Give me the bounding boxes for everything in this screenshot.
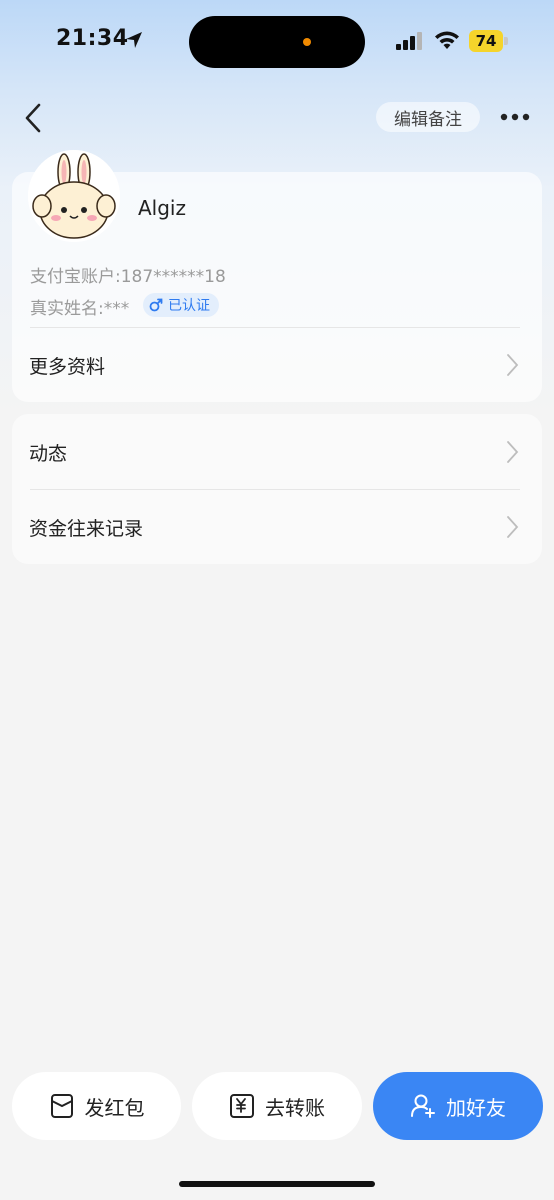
profile-name: Algiz xyxy=(138,196,186,220)
red-packet-label: 发红包 xyxy=(84,1095,145,1120)
verified-label: 已认证 xyxy=(168,298,210,314)
divider xyxy=(30,489,520,490)
edit-note-button[interactable]: 编辑备注 xyxy=(376,102,480,132)
red-packet-icon xyxy=(50,1094,73,1118)
battery-cap xyxy=(504,37,508,45)
chevron-right-icon xyxy=(507,441,519,463)
verified-badge: 已认证 xyxy=(143,293,219,317)
privacy-indicator-dot xyxy=(303,38,311,46)
status-time: 21:34 xyxy=(56,26,129,51)
bunny-avatar-icon xyxy=(28,150,120,242)
wifi-icon xyxy=(435,31,459,49)
account-info: 支付宝账户:187******18 xyxy=(30,267,226,287)
battery-level: 74 xyxy=(469,30,503,52)
location-arrow-icon xyxy=(126,32,142,48)
transfer-button[interactable]: 去转账 xyxy=(192,1072,362,1140)
add-friend-label: 加好友 xyxy=(446,1095,506,1120)
realname-info: 真实姓名:*** xyxy=(30,299,130,319)
avatar[interactable] xyxy=(28,150,120,242)
back-icon[interactable] xyxy=(22,102,46,134)
more-icon[interactable] xyxy=(499,108,531,126)
chevron-right-icon xyxy=(507,354,519,376)
dynamic-island xyxy=(189,16,365,68)
signal-icon xyxy=(396,32,422,50)
add-friend-button[interactable]: 加好友 xyxy=(373,1072,543,1140)
male-icon xyxy=(149,298,163,312)
divider xyxy=(30,327,520,328)
more-info-label: 更多资料 xyxy=(29,356,106,378)
transfer-label: 去转账 xyxy=(265,1095,325,1120)
home-indicator xyxy=(179,1181,375,1187)
red-packet-button[interactable]: 发红包 xyxy=(12,1072,181,1140)
list-item-label: 资金往来记录 xyxy=(29,518,144,540)
chevron-right-icon xyxy=(507,516,519,538)
transfer-icon xyxy=(230,1094,254,1118)
status-bar: 21:34 74 xyxy=(0,0,554,84)
battery-icon: 74 xyxy=(469,30,509,52)
add-user-icon xyxy=(411,1094,435,1118)
list-item-label: 动态 xyxy=(29,443,68,465)
